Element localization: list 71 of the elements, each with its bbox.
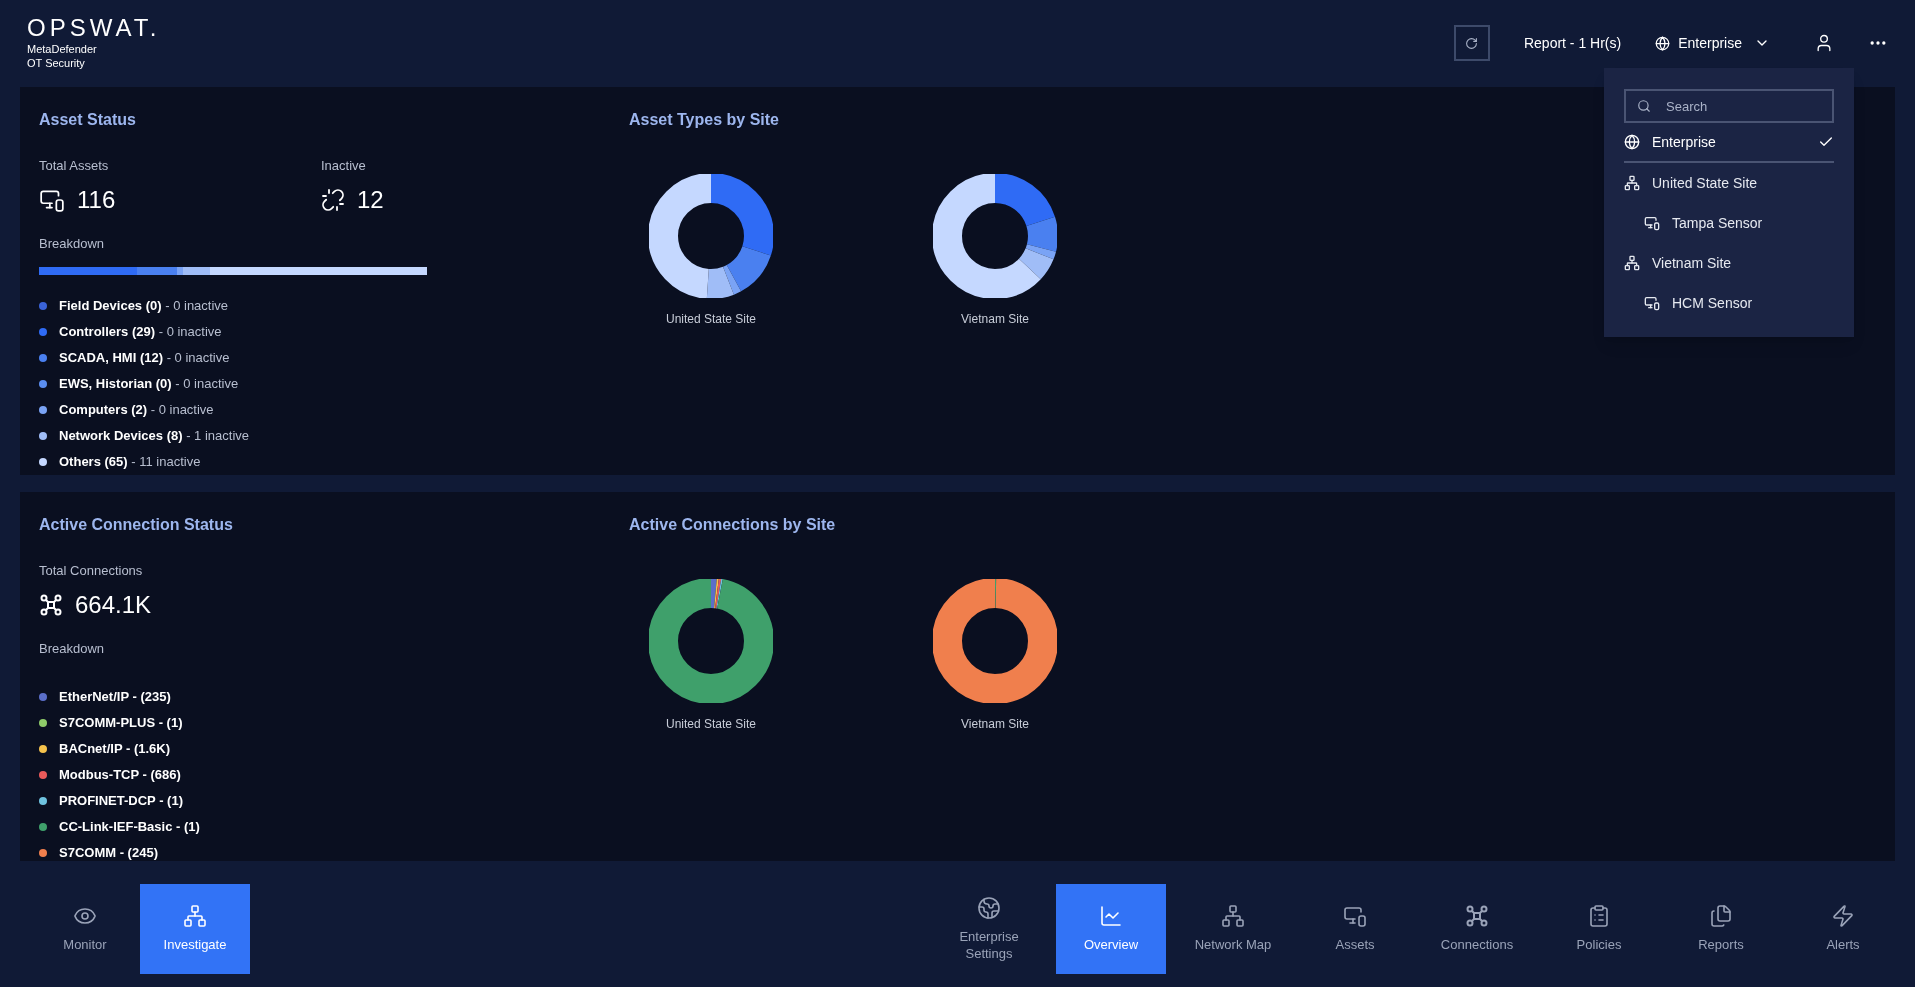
menu-item[interactable]: United State Site [1624,163,1834,203]
nav-tab[interactable]: Reports [1666,883,1776,974]
stat-label: Total Assets [39,157,110,175]
section-title: Active Connection Status [39,515,234,535]
nav-tab[interactable]: Connections [1422,883,1532,974]
nav-icon [1587,904,1611,928]
broken-link-icon [321,187,345,212]
legend-label: PROFINET-DCP - (1) [59,792,183,811]
stat-value: 12 [357,184,384,215]
legend-label: CC-Link-IEF-Basic - (1) [59,818,200,837]
refresh-icon [1465,36,1479,50]
nav-icon [1831,904,1855,928]
nav-tab[interactable]: Alerts [1788,883,1898,974]
menu-item[interactable]: Enterprise [1624,123,1834,163]
legend-label: S7COMM - (245) [59,844,158,863]
chart-label: United State Site [665,716,757,733]
legend-label: Others (65) - 11 inactive [59,453,201,472]
nav-icon [1709,904,1733,928]
nav-icon [977,895,1001,920]
nav-icon [1221,904,1245,928]
globe-icon [1655,35,1671,51]
legend-label: Controllers (29) - 0 inactive [59,323,222,342]
product-name: OT Security [27,56,86,70]
nav-tab[interactable]: Network Map [1178,883,1288,974]
network-icon [1624,255,1640,271]
search-icon [1637,99,1651,113]
section-title: Active Connections by Site [629,515,837,535]
legend-label: EtherNet/IP - (235) [59,688,171,707]
breakdown-label: Breakdown [39,234,106,253]
logo: OPSWAT. [27,14,161,42]
legend-label: EWS, Historian (0) - 0 inactive [59,375,239,394]
menu-item[interactable]: HCM Sensor [1624,283,1834,323]
nav-tab[interactable]: Assets [1300,883,1410,974]
refresh-button[interactable] [1453,25,1490,61]
stat-label: Total Connections [39,562,144,580]
nav-tab[interactable]: Enterprise Settings [934,883,1044,974]
search-field[interactable]: Search [1624,89,1834,123]
nav-icon [1099,904,1123,928]
legend-label: S7COMM-PLUS - (1) [59,714,183,733]
section-title: Asset Status [39,110,137,130]
nav-icon [1465,904,1489,928]
connections-icon [39,592,63,617]
chart-label: Vietnam Site [961,716,1029,733]
legend-label: Modbus-TCP - (686) [59,766,181,785]
globe-icon [1624,134,1640,150]
nav-tab[interactable]: Investigate [140,883,250,974]
breakdown-label: Breakdown [39,639,106,658]
legend-label: SCADA, HMI (12) - 0 inactive [59,349,230,368]
chart-label: Vietnam Site [961,311,1029,328]
stat-value: 664.1K [75,589,152,620]
legend-label: Network Devices (8) - 1 inactive [59,427,250,446]
monitor-icon [1644,295,1660,311]
report-button[interactable]: Report - 1 Hr(s) [1523,32,1622,54]
menu-item[interactable]: Tampa Sensor [1624,203,1834,243]
nav-icon [183,904,207,928]
network-icon [1624,175,1640,191]
legend-label: Field Devices (0) - 0 inactive [59,297,229,316]
nav-icon [1343,904,1367,928]
section-title: Asset Types by Site [629,110,780,130]
nav-tab[interactable]: Policies [1544,883,1654,974]
scope-dropdown[interactable]: Enterprise [1655,32,1770,54]
menu-item[interactable]: Vietnam Site [1624,243,1834,283]
legend-label: BACnet/IP - (1.6K) [59,740,170,759]
legend-label: Computers (2) - 0 inactive [59,401,214,420]
product-name: MetaDefender [27,42,98,56]
stat-value: 116 [77,184,116,215]
monitor-icon [1644,215,1660,231]
stat-label: Inactive [321,157,367,175]
nav-tab[interactable]: Monitor [30,883,140,974]
nav-tab[interactable]: Overview [1056,883,1166,974]
chart-label: United State Site [665,311,757,328]
